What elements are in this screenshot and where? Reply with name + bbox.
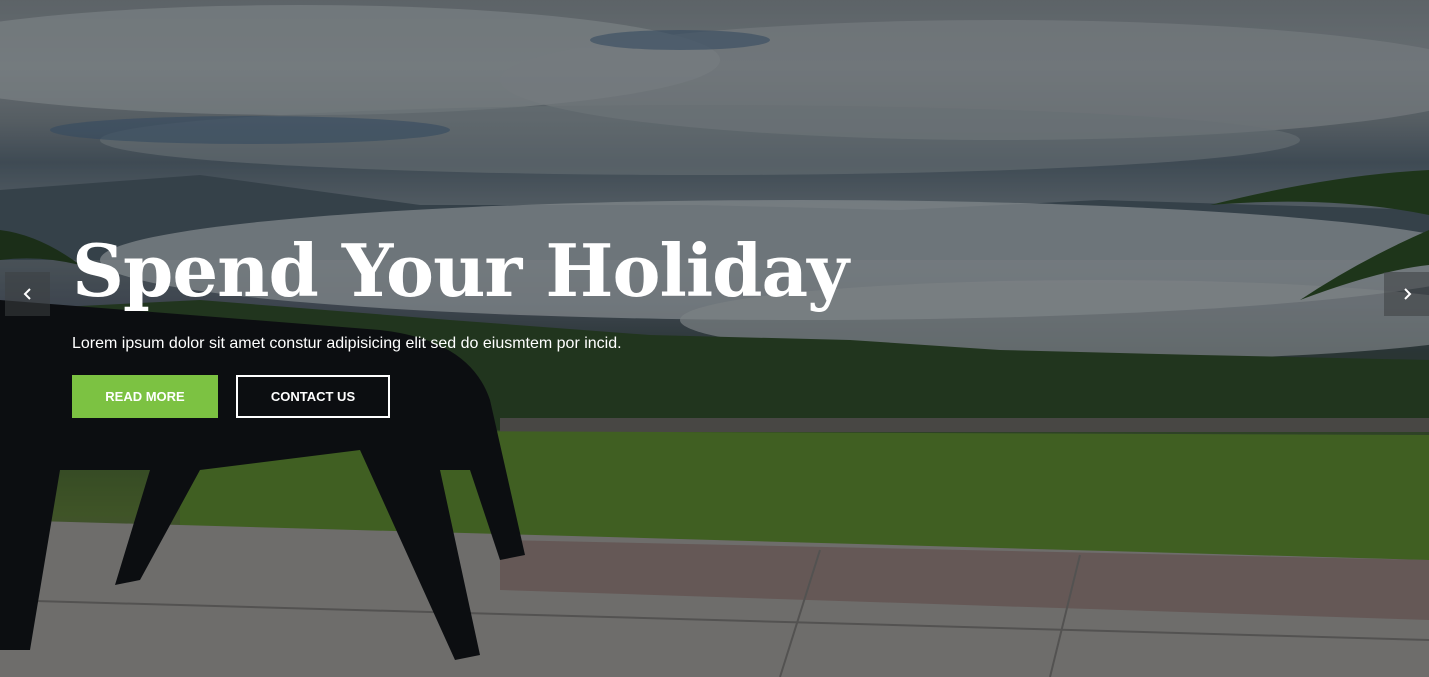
slider-next-button[interactable] <box>1384 272 1429 316</box>
read-more-button[interactable]: READ MORE <box>72 375 218 418</box>
chevron-right-icon <box>1403 288 1411 300</box>
hero-slider: Spend Your Holiday Lorem ipsum dolor sit… <box>0 0 1429 677</box>
contact-us-button[interactable]: CONTACT US <box>236 375 390 418</box>
hero-subtitle: Lorem ipsum dolor sit amet constur adipi… <box>72 335 622 352</box>
chevron-left-icon <box>23 288 31 300</box>
hero-title: Spend Your Holiday <box>72 228 849 313</box>
slider-prev-button[interactable] <box>5 272 50 316</box>
